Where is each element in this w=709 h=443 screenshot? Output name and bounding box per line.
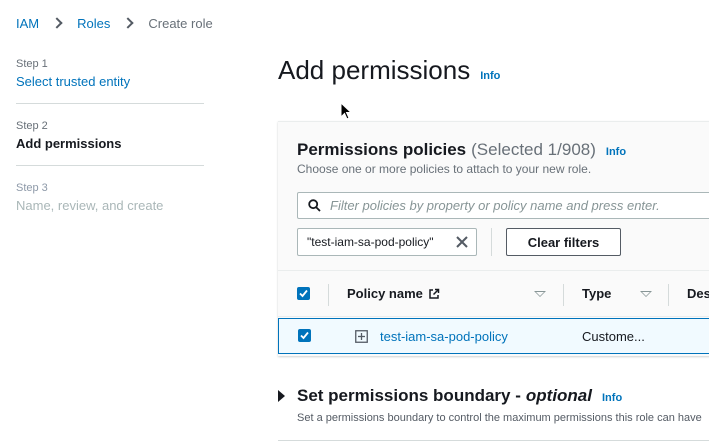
panel-description: Choose one or more policies to attach to… <box>297 162 592 176</box>
boundary-optional: optional <box>525 386 592 405</box>
step-number: Step 2 <box>16 120 48 132</box>
page-title-text: Add permissions <box>278 55 471 85</box>
permissions-boundary-section: Set permissions boundary - optional Info… <box>278 386 709 424</box>
column-label: Policy name <box>347 286 423 301</box>
expand-icon[interactable] <box>355 330 368 343</box>
step-number: Step 3 <box>16 182 48 194</box>
column-policy-name[interactable]: Policy name <box>347 286 440 301</box>
breadcrumb-iam[interactable]: IAM <box>16 16 39 31</box>
chevron-right-icon <box>122 17 135 29</box>
column-label: Des <box>687 286 709 301</box>
step-number: Step 1 <box>16 58 48 70</box>
page-title: Add permissions Info <box>278 55 500 86</box>
wizard-steps: Step 1 Select trusted entity Step 2 Add … <box>16 58 204 243</box>
caret-right-icon[interactable] <box>278 390 285 402</box>
checkbox-icon <box>300 331 309 340</box>
step-3: Step 3 Name, review, and create <box>16 182 204 227</box>
boundary-header[interactable]: Set permissions boundary - optional Info <box>278 386 709 406</box>
sort-icon[interactable] <box>640 291 652 297</box>
permissions-policies-panel: Permissions policies (Selected 1/908) In… <box>278 121 709 356</box>
step-1: Step 1 Select trusted entity <box>16 58 204 104</box>
column-divider <box>563 284 564 306</box>
policy-name-link[interactable]: test-iam-sa-pod-policy <box>380 329 508 344</box>
breadcrumb-current: Create role <box>148 15 213 31</box>
panel-title: Permissions policies <box>297 140 467 159</box>
info-link[interactable]: Info <box>602 392 622 404</box>
divider <box>278 440 709 441</box>
divider <box>491 228 492 256</box>
search-placeholder: Filter policies by property or policy na… <box>330 198 660 213</box>
close-icon[interactable] <box>455 235 469 249</box>
step-current-add-permissions: Add permissions <box>16 136 122 151</box>
breadcrumb-roles[interactable]: Roles <box>77 16 110 31</box>
column-divider <box>668 284 669 306</box>
table-row[interactable]: test-iam-sa-pod-policy Custome... <box>278 318 709 354</box>
chevron-right-icon <box>51 17 63 29</box>
row-checkbox[interactable] <box>298 329 311 342</box>
column-label: Type <box>582 286 612 301</box>
info-link[interactable]: Info <box>480 70 500 82</box>
panel-header: Permissions policies (Selected 1/908) In… <box>297 140 626 160</box>
column-description[interactable]: Des <box>687 286 709 301</box>
clear-filters-button[interactable]: Clear filters <box>506 228 621 256</box>
cursor-icon <box>340 102 352 120</box>
table-header: Policy name Type Des <box>278 270 709 317</box>
column-divider <box>328 284 329 306</box>
breadcrumb: IAM Roles Create role <box>16 14 213 32</box>
search-icon <box>308 199 321 212</box>
boundary-title: Set permissions boundary - <box>297 386 521 405</box>
column-type[interactable]: Type <box>582 286 611 301</box>
sort-icon[interactable] <box>534 291 546 297</box>
external-link-icon <box>429 288 440 299</box>
step-link-select-trusted-entity[interactable]: Select trusted entity <box>16 74 204 89</box>
info-link[interactable]: Info <box>606 146 626 158</box>
filter-token-text: "test-iam-sa-pod-policy" <box>307 235 434 249</box>
policy-type: Custome... <box>582 329 645 344</box>
step-2: Step 2 Add permissions <box>16 120 204 166</box>
checkbox-icon <box>299 289 308 298</box>
boundary-description: Set a permissions boundary to control th… <box>297 412 702 424</box>
selected-count: (Selected 1/908) <box>471 140 596 159</box>
step-name-review-create: Name, review, and create <box>16 198 164 213</box>
filter-token: "test-iam-sa-pod-policy" <box>297 228 477 256</box>
policy-search-input[interactable]: Filter policies by property or policy na… <box>297 192 709 219</box>
select-all-checkbox[interactable] <box>297 287 310 300</box>
